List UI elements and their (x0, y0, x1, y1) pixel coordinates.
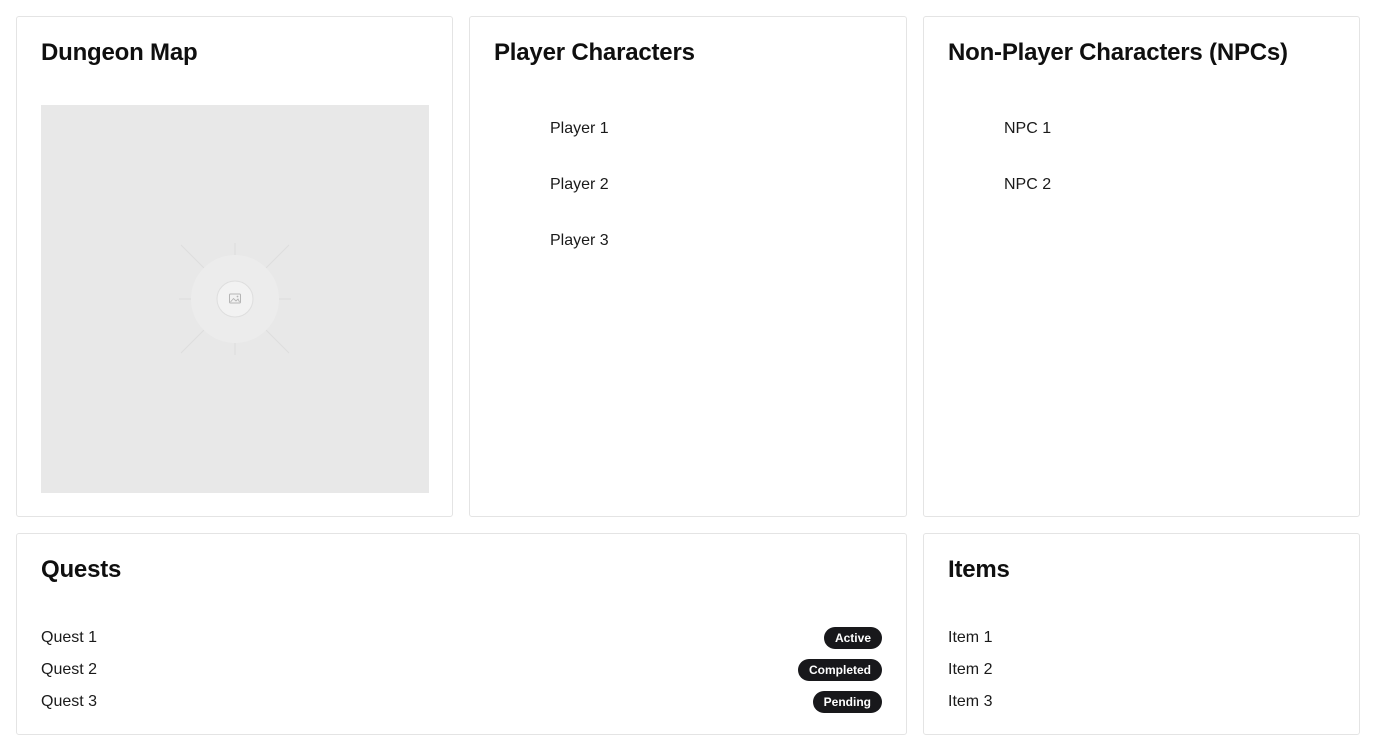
npc-item[interactable]: NPC 1 (1004, 117, 1051, 173)
player-item[interactable]: Player 1 (550, 117, 609, 173)
player-characters-card: Player Characters Player 1 Player 2 Play… (469, 16, 907, 517)
dungeon-map-title: Dungeon Map (41, 39, 198, 66)
quest-name: Quest 2 (41, 661, 98, 678)
quest-row[interactable]: Quest 3 Pending (41, 686, 882, 718)
quest-status-badge: Pending (812, 691, 882, 713)
npc-item[interactable]: NPC 2 (1004, 173, 1051, 229)
item-row[interactable]: Item 3 (948, 686, 1335, 718)
dungeon-map-card: Dungeon Map (16, 16, 453, 517)
player-list: Player 1 Player 2 Player 3 (550, 117, 609, 285)
item-list: Item 1 Item 2 Item 3 (948, 622, 1335, 718)
image-placeholder-icon (179, 243, 291, 355)
quest-status-badge: Active (823, 627, 882, 649)
quest-name: Quest 3 (41, 693, 98, 710)
npcs-card: Non-Player Characters (NPCs) NPC 1 NPC 2 (923, 16, 1360, 517)
quest-status-badge: Completed (797, 659, 882, 681)
npcs-title: Non-Player Characters (NPCs) (948, 39, 1288, 66)
npc-list: NPC 1 NPC 2 (1004, 117, 1051, 229)
quest-row[interactable]: Quest 1 Active (41, 622, 882, 654)
item-row[interactable]: Item 2 (948, 654, 1335, 686)
item-row[interactable]: Item 1 (948, 622, 1335, 654)
quest-row[interactable]: Quest 2 Completed (41, 654, 882, 686)
quests-card: Quests Quest 1 Active Quest 2 Completed … (16, 533, 907, 735)
quest-list: Quest 1 Active Quest 2 Completed Quest 3… (41, 622, 882, 718)
dungeon-map-image[interactable] (41, 105, 429, 493)
player-item[interactable]: Player 3 (550, 229, 609, 285)
items-title: Items (948, 556, 1010, 583)
quest-name: Quest 1 (41, 629, 98, 646)
quests-title: Quests (41, 556, 122, 583)
player-characters-title: Player Characters (494, 39, 695, 66)
items-card: Items Item 1 Item 2 Item 3 (923, 533, 1360, 735)
player-item[interactable]: Player 2 (550, 173, 609, 229)
